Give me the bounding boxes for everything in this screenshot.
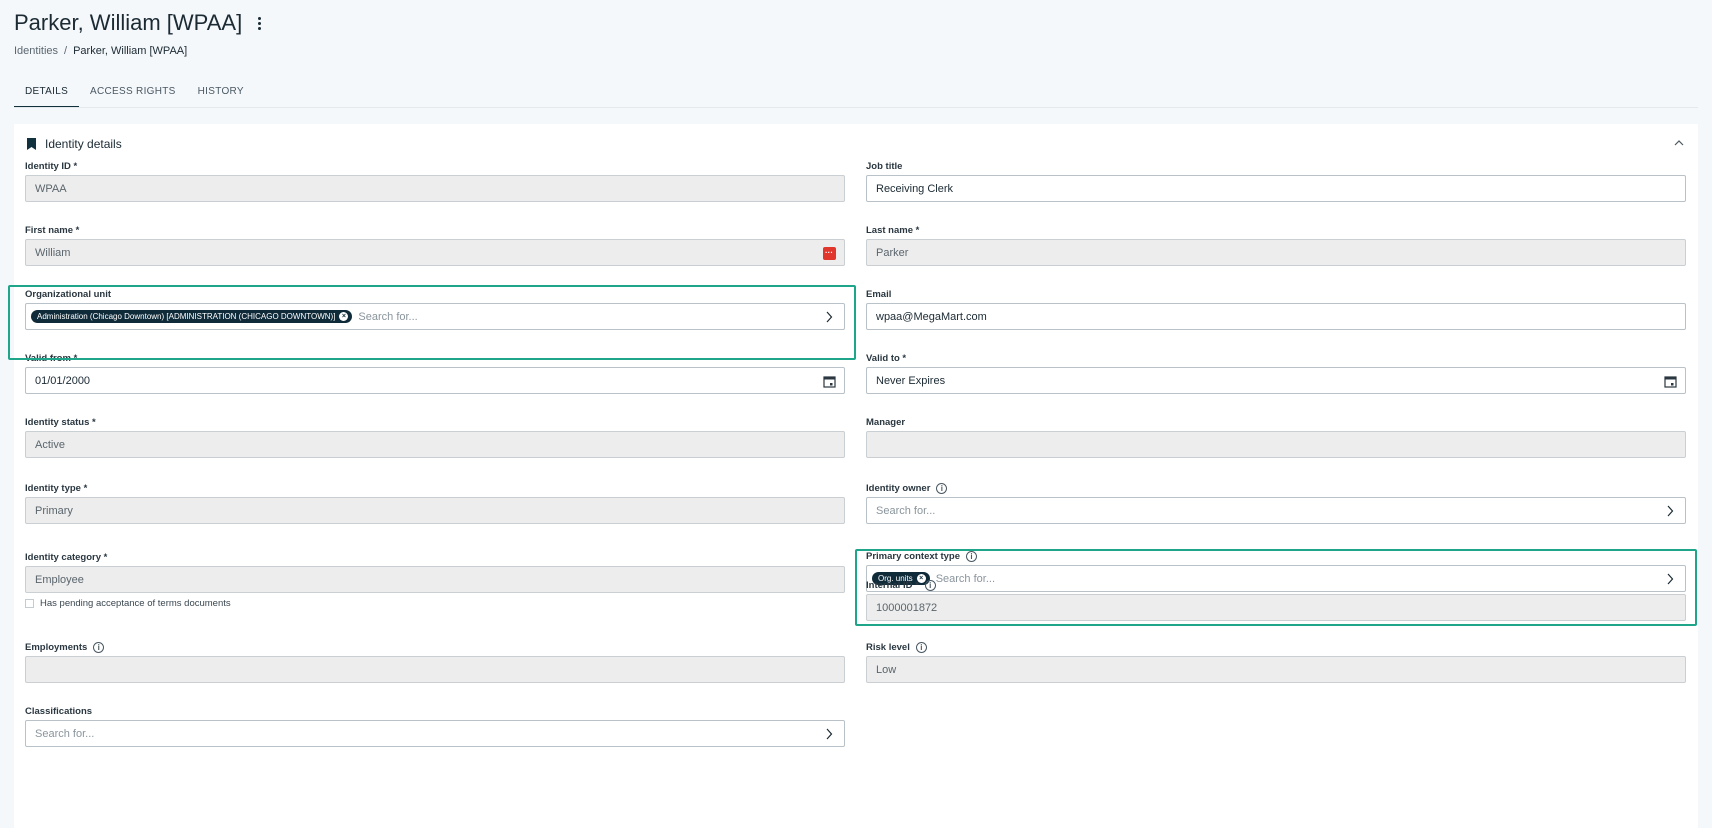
- valid-from-input[interactable]: 01/01/2000: [25, 367, 845, 394]
- risk-level-value: Low: [876, 663, 897, 676]
- identity-category-input: Employee: [25, 566, 845, 593]
- first-name-value: William: [35, 246, 71, 259]
- identity-category-field: Identity category * Employee: [25, 550, 845, 593]
- chevron-right-icon[interactable]: [1663, 504, 1677, 518]
- risk-level-label-text: Risk level: [866, 641, 910, 653]
- last-name-value: Parker: [876, 246, 909, 259]
- employments-input: [25, 656, 845, 683]
- email-label: Email: [866, 288, 892, 300]
- identity-category-label: Identity category *: [25, 551, 108, 563]
- identity-id-field: Identity ID * WPAA: [25, 159, 845, 202]
- password-key-icon[interactable]: ···: [822, 246, 836, 260]
- job-title-field: Job title Receiving Clerk: [866, 159, 1686, 202]
- valid-to-value: Never Expires: [876, 374, 946, 387]
- card-title: Identity details: [45, 137, 122, 151]
- chevron-right-icon[interactable]: [822, 727, 836, 741]
- identity-owner-label: Identity owner i: [866, 481, 1686, 495]
- classifications-input[interactable]: Search for...: [25, 720, 845, 747]
- breadcrumb-identities[interactable]: Identities: [14, 45, 58, 57]
- job-title-input[interactable]: Receiving Clerk: [866, 175, 1686, 202]
- identity-owner-field: Identity owner i Search for...: [866, 481, 1686, 524]
- identity-category-value: Employee: [35, 573, 84, 586]
- breadcrumb-separator: /: [64, 45, 68, 57]
- chevron-up-icon[interactable]: [1672, 136, 1686, 150]
- identity-type-field: Identity type * Primary: [25, 481, 845, 524]
- first-name-input: William ···: [25, 239, 845, 266]
- info-icon[interactable]: i: [93, 641, 105, 653]
- email-input[interactable]: wpaa@MegaMart.com: [866, 303, 1686, 330]
- identity-type-label: Identity type *: [25, 482, 88, 494]
- identity-status-input: Active: [25, 431, 845, 458]
- pending-terms-checkbox[interactable]: [25, 599, 34, 608]
- identity-owner-label-text: Identity owner: [866, 482, 931, 494]
- employments-field: Employments i: [25, 640, 845, 683]
- tab-history[interactable]: HISTORY: [187, 80, 255, 108]
- breadcrumb: Identities / Parker, William [WPAA]: [14, 45, 187, 57]
- info-icon[interactable]: i: [915, 641, 927, 653]
- info-icon[interactable]: i: [936, 482, 948, 494]
- identity-type-input: Primary: [25, 497, 845, 524]
- identity-type-value: Primary: [35, 504, 73, 517]
- employments-label-text: Employments: [25, 641, 88, 653]
- last-name-input: Parker: [866, 239, 1686, 266]
- calendar-icon[interactable]: [1663, 374, 1677, 388]
- tab-access-rights[interactable]: ACCESS RIGHTS: [79, 80, 187, 108]
- identity-status-label: Identity status *: [25, 416, 96, 428]
- manager-label: Manager: [866, 416, 906, 428]
- identity-id-input: WPAA: [25, 175, 845, 202]
- valid-from-value: 01/01/2000: [35, 374, 91, 387]
- valid-to-label: Valid to *: [866, 352, 907, 364]
- identity-details-card: Identity details Identity ID * WPAA Job …: [14, 124, 1698, 828]
- employments-label: Employments i: [25, 640, 845, 654]
- identity-status-value: Active: [35, 438, 65, 451]
- tabs-divider: [14, 107, 1698, 108]
- primary-context-type-highlight: [855, 549, 1697, 626]
- manager-input: [866, 431, 1686, 458]
- breadcrumb-current: Parker, William [WPAA]: [73, 45, 188, 57]
- email-value: wpaa@MegaMart.com: [876, 310, 987, 323]
- first-name-field: First name * William ···: [25, 223, 845, 266]
- manager-field: Manager: [866, 415, 1686, 458]
- page-title-text: Parker, William [WPAA]: [14, 10, 243, 35]
- org-unit-highlight: [8, 285, 856, 360]
- identity-id-value: WPAA: [35, 182, 67, 195]
- identity-owner-placeholder: Search for...: [876, 504, 936, 517]
- page-title: Parker, William [WPAA]: [14, 10, 265, 36]
- card-header[interactable]: Identity details: [26, 137, 122, 151]
- pending-terms-label: Has pending acceptance of terms document…: [40, 598, 231, 609]
- classifications-label: Classifications: [25, 705, 93, 717]
- email-field: Email wpaa@MegaMart.com: [866, 287, 1686, 330]
- classifications-placeholder: Search for...: [35, 727, 95, 740]
- identity-id-label: Identity ID *: [25, 160, 78, 172]
- pending-terms-row: Has pending acceptance of terms document…: [25, 598, 231, 609]
- first-name-label: First name *: [25, 224, 80, 236]
- bookmark-icon: [27, 138, 36, 150]
- risk-level-label: Risk level i: [866, 640, 1686, 654]
- identity-status-field: Identity status * Active: [25, 415, 845, 458]
- tab-details[interactable]: DETAILS: [14, 80, 80, 108]
- valid-to-input[interactable]: Never Expires: [866, 367, 1686, 394]
- identity-owner-input[interactable]: Search for...: [866, 497, 1686, 524]
- classifications-field: Classifications Search for...: [25, 704, 845, 747]
- last-name-label: Last name *: [866, 224, 920, 236]
- risk-level-field: Risk level i Low: [866, 640, 1686, 683]
- more-options-icon[interactable]: [254, 15, 265, 32]
- last-name-field: Last name * Parker: [866, 223, 1686, 266]
- tab-bar: DETAILS ACCESS RIGHTS HISTORY: [14, 80, 255, 108]
- risk-level-input: Low: [866, 656, 1686, 683]
- valid-to-field: Valid to * Never Expires: [866, 351, 1686, 394]
- job-title-label: Job title: [866, 160, 903, 172]
- calendar-icon[interactable]: [822, 374, 836, 388]
- job-title-value: Receiving Clerk: [876, 182, 954, 195]
